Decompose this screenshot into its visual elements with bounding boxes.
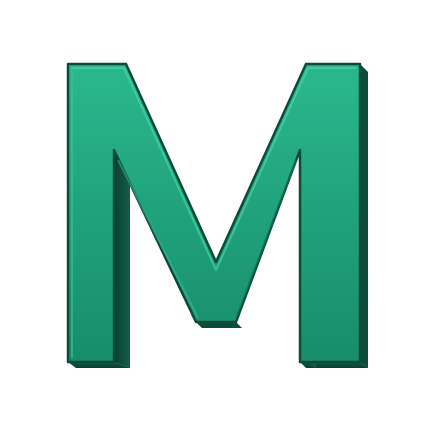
app-icon-canvas (0, 0, 434, 434)
m-front-face (66, 62, 362, 364)
letter-m-logo-icon (66, 62, 368, 368)
